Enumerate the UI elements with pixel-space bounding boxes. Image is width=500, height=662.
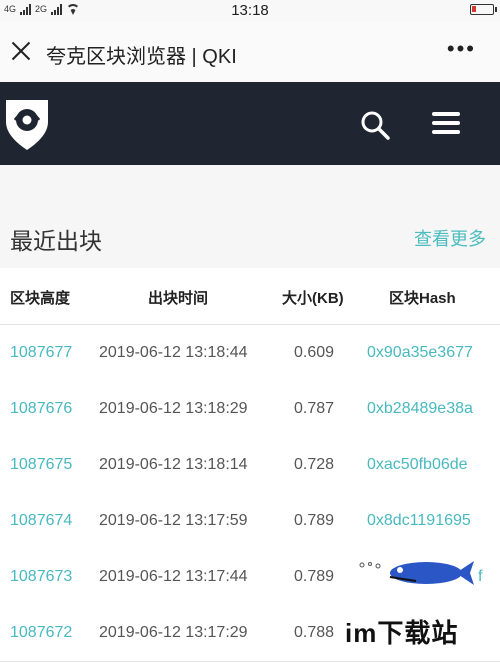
block-hash-link[interactable]: 0x8dc1191695 xyxy=(367,512,471,530)
header-block-hash: 区块Hash xyxy=(389,290,456,307)
block-size: 0.609 xyxy=(294,344,335,361)
block-size: 0.728 xyxy=(294,456,335,473)
block-hash-link[interactable]: f xyxy=(478,568,482,586)
block-size: 0.788 xyxy=(294,624,335,641)
block-size: 0.787 xyxy=(294,400,335,417)
block-height-link[interactable]: 1087673 xyxy=(10,568,72,586)
header-block-height: 区块高度 xyxy=(10,290,71,307)
page-title: 夸克区块浏览器 | QKI xyxy=(46,46,237,68)
block-hash-link[interactable]: 0xac50fb06de xyxy=(367,456,468,474)
table-row[interactable]: 1087675 2019-06-12 13:18:14 0.728 0xac50… xyxy=(0,437,500,494)
watermark-fish-icon xyxy=(359,561,474,585)
block-height-link[interactable]: 1087676 xyxy=(10,400,72,418)
header-size: 大小(KB) xyxy=(282,290,344,307)
block-hash-link[interactable]: 0x90a35e3677 xyxy=(367,344,473,362)
header-block-time: 出块时间 xyxy=(148,290,209,307)
block-time: 2019-06-12 13:18:29 xyxy=(99,400,248,417)
browser-title-bar: 夸克区块浏览器 | QKI ••• xyxy=(0,22,500,82)
table-row[interactable]: 1087674 2019-06-12 13:17:59 0.789 0x8dc1… xyxy=(0,493,500,550)
block-size: 0.789 xyxy=(294,568,335,585)
logo-icon[interactable] xyxy=(2,96,52,152)
block-height-link[interactable]: 1087674 xyxy=(10,512,72,530)
block-time: 2019-06-12 13:17:29 xyxy=(99,624,248,641)
block-time: 2019-06-12 13:17:59 xyxy=(99,512,248,529)
table-row[interactable]: 1087676 2019-06-12 13:18:29 0.787 0xb284… xyxy=(0,381,500,438)
site-header xyxy=(0,82,500,165)
table-row[interactable]: 1087677 2019-06-12 13:18:44 0.609 0x90a3… xyxy=(0,325,500,382)
view-more-link[interactable]: 查看更多 xyxy=(414,225,486,251)
watermark-text: im下载站 xyxy=(345,618,459,648)
block-height-link[interactable]: 1087675 xyxy=(10,456,72,474)
status-bar: 4G 2G 13:18 xyxy=(0,0,500,22)
hamburger-menu-icon[interactable] xyxy=(432,112,460,136)
block-size: 0.789 xyxy=(294,512,335,529)
block-time: 2019-06-12 13:18:14 xyxy=(99,456,248,473)
close-icon[interactable] xyxy=(10,40,32,62)
table-header: 区块高度 出块时间 大小(KB) 区块Hash xyxy=(0,268,500,325)
status-time: 13:18 xyxy=(231,2,269,19)
more-options-icon[interactable]: ••• xyxy=(447,38,476,60)
section-title: 最近出块 xyxy=(10,228,102,254)
block-height-link[interactable]: 1087677 xyxy=(10,344,72,362)
search-icon[interactable] xyxy=(360,110,390,140)
block-hash-link[interactable]: 0xb28489e38a xyxy=(367,400,473,418)
block-height-link[interactable]: 1087672 xyxy=(10,624,72,642)
battery-icon xyxy=(470,4,497,15)
block-time: 2019-06-12 13:18:44 xyxy=(99,344,248,361)
block-time: 2019-06-12 13:17:44 xyxy=(99,568,248,585)
